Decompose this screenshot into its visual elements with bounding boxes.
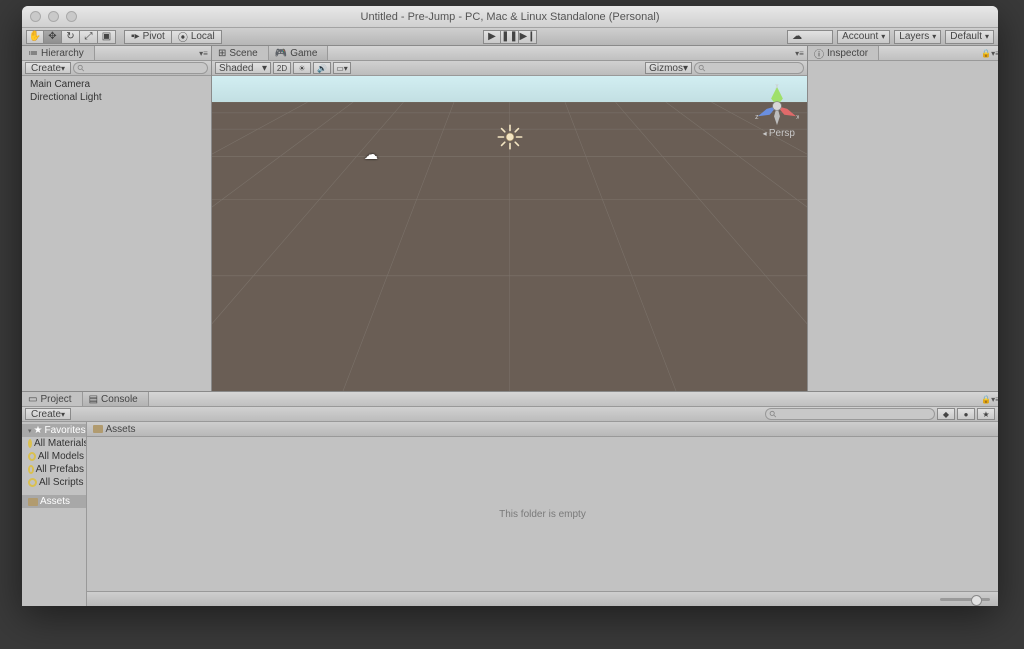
hierarchy-tab[interactable]: ≔Hierarchy — [22, 46, 95, 60]
search-filter-save[interactable]: ★ — [977, 408, 995, 420]
project-footer — [87, 591, 998, 606]
directional-light-icon — [497, 124, 523, 150]
main-toolbar: ✋ ✥ ↻ ⤢ ▣ ▪▸Pivot ⦿Local ▶ ❚❚ ▶❙ Account… — [22, 28, 998, 46]
scene-panel: ⊞Scene 🎮Game ▾≡ Shaded▾ 2D ☀ 🔊 ▭▾ Gizmos… — [212, 46, 808, 391]
console-tab[interactable]: ▤Console — [83, 392, 149, 406]
handle-toggles: ▪▸Pivot ⦿Local — [124, 30, 222, 44]
transform-tools: ✋ ✥ ↻ ⤢ ▣ — [26, 30, 116, 44]
pause-button[interactable]: ❚❚ — [501, 30, 519, 44]
favorite-item[interactable]: All Scripts — [22, 476, 86, 489]
inspector-tab[interactable]: ⓘInspector — [808, 46, 879, 60]
favorite-item[interactable]: All Models — [22, 450, 86, 463]
scene-tab[interactable]: ⊞Scene — [212, 46, 269, 60]
project-tab[interactable]: ▭Project — [22, 392, 83, 406]
project-breadcrumb[interactable]: Assets — [87, 422, 998, 437]
layers-dropdown[interactable]: Layers — [894, 30, 941, 44]
local-toggle[interactable]: ⦿Local — [172, 30, 222, 44]
favorite-icon — [28, 439, 32, 448]
projection-label[interactable]: ◂ Persp — [763, 128, 795, 139]
favorite-icon — [28, 465, 34, 474]
titlebar: Untitled - Pre-Jump - PC, Mac & Linux St… — [22, 6, 998, 28]
project-menu-icon[interactable]: ▾≡ — [985, 394, 996, 405]
draw-mode-dropdown[interactable]: Shaded▾ — [215, 62, 271, 74]
rect-tool-button[interactable]: ▣ — [98, 30, 116, 44]
gizmo-y-label: y — [775, 84, 779, 89]
2d-toggle[interactable]: 2D — [273, 62, 291, 74]
app-window: Untitled - Pre-Jump - PC, Mac & Linux St… — [22, 6, 998, 606]
lock-icon — [981, 48, 991, 59]
hierarchy-item[interactable]: Directional Light — [22, 91, 211, 104]
play-button[interactable]: ▶ — [483, 30, 501, 44]
orientation-gizmo[interactable]: y x z — [755, 84, 799, 128]
project-search-input[interactable] — [765, 408, 935, 420]
hierarchy-menu-icon[interactable]: ▾≡ — [198, 48, 209, 59]
audio-toggle[interactable]: 🔊 — [313, 62, 331, 74]
hierarchy-create-button[interactable]: Create ▾ — [25, 62, 71, 74]
gizmo-z-label: z — [755, 112, 759, 121]
empty-folder-label: This folder is empty — [499, 509, 586, 520]
scene-viewport[interactable]: ☁ y x z ◂ Persp — [212, 76, 807, 391]
folder-icon — [28, 498, 38, 506]
hierarchy-list: Main Camera Directional Light — [22, 76, 211, 391]
scale-tool-button[interactable]: ⤢ — [80, 30, 98, 44]
cloud-icon — [792, 31, 802, 42]
gizmo-x-label: x — [796, 112, 799, 121]
project-tree: ★Favorites All Materials All Models All … — [22, 422, 87, 606]
window-title: Untitled - Pre-Jump - PC, Mac & Linux St… — [22, 11, 998, 23]
move-tool-button[interactable]: ✥ — [44, 30, 62, 44]
pivot-toggle[interactable]: ▪▸Pivot — [124, 30, 172, 44]
game-tab[interactable]: 🎮Game — [269, 46, 329, 60]
fx-toggle[interactable]: ▭▾ — [333, 62, 351, 74]
main-area: ≔Hierarchy ▾≡ Create ▾ Main Camera Direc… — [22, 46, 998, 391]
cloud-button[interactable] — [787, 30, 833, 44]
favorite-item[interactable]: All Materials — [22, 437, 86, 450]
step-button[interactable]: ▶❙ — [519, 30, 537, 44]
hierarchy-item[interactable]: Main Camera — [22, 78, 211, 91]
project-toolbar: Create ▾ ◆ ● ★ — [22, 407, 998, 422]
favorite-icon — [28, 452, 36, 461]
layout-dropdown[interactable]: Default — [945, 30, 994, 44]
assets-root[interactable]: Assets — [22, 495, 86, 508]
hand-tool-button[interactable]: ✋ — [26, 30, 44, 44]
lock-icon — [981, 394, 991, 405]
project-panel: ▭Project ▤Console ▾≡ Create ▾ ◆ ● ★ ★Fav… — [22, 391, 998, 606]
inspector-menu-icon[interactable]: ▾≡ — [985, 48, 996, 59]
hierarchy-panel: ≔Hierarchy ▾≡ Create ▾ Main Camera Direc… — [22, 46, 212, 391]
inspector-panel: ⓘInspector ▾≡ — [808, 46, 998, 391]
search-filter-assets[interactable]: ◆ — [937, 408, 955, 420]
main-camera-icon: ☁ — [364, 146, 378, 163]
search-filter-type[interactable]: ● — [957, 408, 975, 420]
play-controls: ▶ ❚❚ ▶❙ — [483, 30, 537, 44]
account-dropdown[interactable]: Account — [837, 30, 890, 44]
hierarchy-search-input[interactable] — [73, 62, 208, 74]
gizmos-dropdown[interactable]: Gizmos▾ — [645, 62, 692, 74]
lighting-toggle[interactable]: ☀ — [293, 62, 311, 74]
scene-toolbar: Shaded▾ 2D ☀ 🔊 ▭▾ Gizmos▾ — [212, 61, 807, 76]
scene-search-input[interactable] — [694, 62, 804, 74]
folder-icon — [93, 425, 103, 433]
project-create-button[interactable]: Create ▾ — [25, 408, 71, 420]
icon-size-slider[interactable] — [940, 598, 990, 601]
rotate-tool-button[interactable]: ↻ — [62, 30, 80, 44]
scene-menu-icon[interactable]: ▾≡ — [794, 48, 805, 59]
asset-grid: This folder is empty — [87, 437, 998, 591]
favorite-icon — [28, 478, 37, 487]
favorite-item[interactable]: All Prefabs — [22, 463, 86, 476]
favorites-header[interactable]: ★Favorites — [22, 424, 86, 437]
